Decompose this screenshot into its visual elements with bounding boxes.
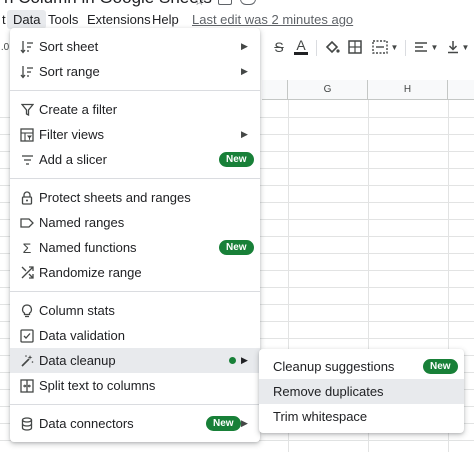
data-cleanup-submenu: Cleanup suggestions New Remove duplicate… — [259, 349, 464, 433]
magic-wand-icon — [20, 354, 34, 368]
menu-item-label: Data validation — [39, 328, 125, 343]
menu-item-label: Randomize range — [39, 265, 142, 280]
last-edit-link[interactable]: Last edit was 2 minutes ago — [192, 12, 353, 27]
submenu-arrow-icon: ▶ — [241, 418, 248, 428]
zoom-fragment[interactable]: .0 — [0, 38, 10, 56]
merge-cells-icon[interactable]: ▼ — [370, 38, 400, 56]
strikethrough-icon[interactable]: S — [270, 38, 288, 56]
split-columns-icon — [20, 378, 34, 393]
submenu-item-cleanup-suggestions[interactable]: Cleanup suggestions New — [259, 354, 464, 379]
new-feature-dot — [229, 357, 236, 364]
move-icon[interactable] — [218, 0, 232, 5]
submenu-item-label: Cleanup suggestions — [273, 359, 395, 374]
menu-item-label: Sort sheet — [39, 39, 99, 54]
menu-separator — [10, 178, 260, 179]
toolbar-separator — [316, 40, 317, 56]
data-menu: Sort sheet ▶ Sort range ▶ Create a filte… — [10, 28, 260, 442]
submenu-arrow-icon: ▶ — [241, 66, 248, 76]
menu-item-add-slicer[interactable]: Add a slicer New — [10, 147, 260, 172]
column-header-g[interactable]: G — [288, 80, 368, 100]
menu-separator — [10, 90, 260, 91]
menu-item-data-validation[interactable]: Data validation — [10, 323, 260, 348]
horizontal-align-icon[interactable]: ▼ — [412, 38, 440, 56]
menu-data[interactable]: Data — [7, 10, 47, 29]
menu-item-split-text[interactable]: Split text to columns — [10, 373, 260, 398]
sigma-icon: Σ — [22, 239, 32, 256]
column-header[interactable] — [262, 80, 288, 100]
submenu-item-label: Trim whitespace — [273, 409, 368, 424]
menu-item-label: Named ranges — [39, 215, 125, 230]
toolbar-separator — [405, 40, 406, 56]
menu-item-named-functions[interactable]: Σ Named functions New — [10, 235, 260, 260]
slicer-icon — [20, 153, 34, 167]
menu-item-label: Named functions — [39, 240, 137, 255]
menu-tools[interactable]: Tools — [42, 10, 84, 29]
filter-views-icon — [20, 127, 34, 142]
new-badge: New — [423, 359, 458, 374]
submenu-item-trim-whitespace[interactable]: Trim whitespace — [259, 404, 464, 429]
menu-item-protect-sheets[interactable]: Protect sheets and ranges — [10, 185, 260, 210]
menu-item-label: Filter views — [39, 127, 105, 142]
sort-sheet-icon — [20, 40, 34, 54]
fill-color-icon[interactable] — [323, 38, 341, 56]
menu-item-label: Split text to columns — [39, 378, 156, 393]
submenu-item-label: Remove duplicates — [273, 384, 384, 399]
data-validation-icon — [20, 328, 34, 343]
menu-item-label: Create a filter — [39, 102, 118, 117]
menu-separator — [10, 291, 260, 292]
document-title[interactable]: n Column in Google Sheets — [4, 0, 212, 8]
menu-item-label: Column stats — [39, 303, 115, 318]
database-icon — [20, 416, 34, 431]
column-header[interactable] — [448, 80, 474, 100]
sort-range-icon — [20, 65, 34, 79]
menu-item-randomize-range[interactable]: Randomize range — [10, 260, 260, 285]
submenu-arrow-icon: ▶ — [241, 41, 248, 51]
menu-item-create-filter[interactable]: Create a filter — [10, 97, 260, 122]
menu-item-data-connectors[interactable]: Data connectors New ▶ — [10, 411, 260, 436]
menu-item-label: Sort range — [39, 64, 100, 79]
shuffle-icon — [20, 266, 34, 280]
column-header-h[interactable]: H — [368, 80, 448, 100]
new-badge: New — [219, 240, 254, 255]
new-badge: New — [219, 152, 254, 167]
submenu-item-remove-duplicates[interactable]: Remove duplicates — [259, 379, 464, 404]
submenu-arrow-icon: ▶ — [241, 129, 248, 139]
menu-item-sort-sheet[interactable]: Sort sheet ▶ — [10, 34, 260, 59]
menu-separator — [10, 404, 260, 405]
menu-item-sort-range[interactable]: Sort range ▶ — [10, 59, 260, 84]
menu-item-named-ranges[interactable]: Named ranges — [10, 210, 260, 235]
cloud-status-icon[interactable] — [240, 0, 256, 5]
lock-icon — [20, 190, 34, 205]
menu-item-filter-views[interactable]: Filter views ▶ — [10, 122, 260, 147]
menu-item-label: Data cleanup — [39, 353, 116, 368]
vertical-align-icon[interactable]: ▼ — [444, 38, 472, 56]
menu-item-label: Protect sheets and ranges — [39, 190, 191, 205]
submenu-arrow-icon: ▶ — [241, 355, 248, 365]
filter-icon — [20, 103, 34, 117]
lightbulb-icon — [20, 303, 34, 318]
menu-item-data-cleanup[interactable]: Data cleanup ▶ — [10, 348, 260, 373]
borders-icon[interactable] — [346, 38, 364, 56]
star-icon[interactable]: ☆ — [194, 0, 205, 8]
menu-item-label: Add a slicer — [39, 152, 107, 167]
named-ranges-icon — [20, 216, 34, 230]
menu-help[interactable]: Help — [146, 10, 185, 29]
menu-item-label: Data connectors — [39, 416, 134, 431]
new-badge: New — [206, 416, 241, 431]
text-color-icon[interactable]: A — [292, 38, 310, 56]
menu-item-column-stats[interactable]: Column stats — [10, 298, 260, 323]
